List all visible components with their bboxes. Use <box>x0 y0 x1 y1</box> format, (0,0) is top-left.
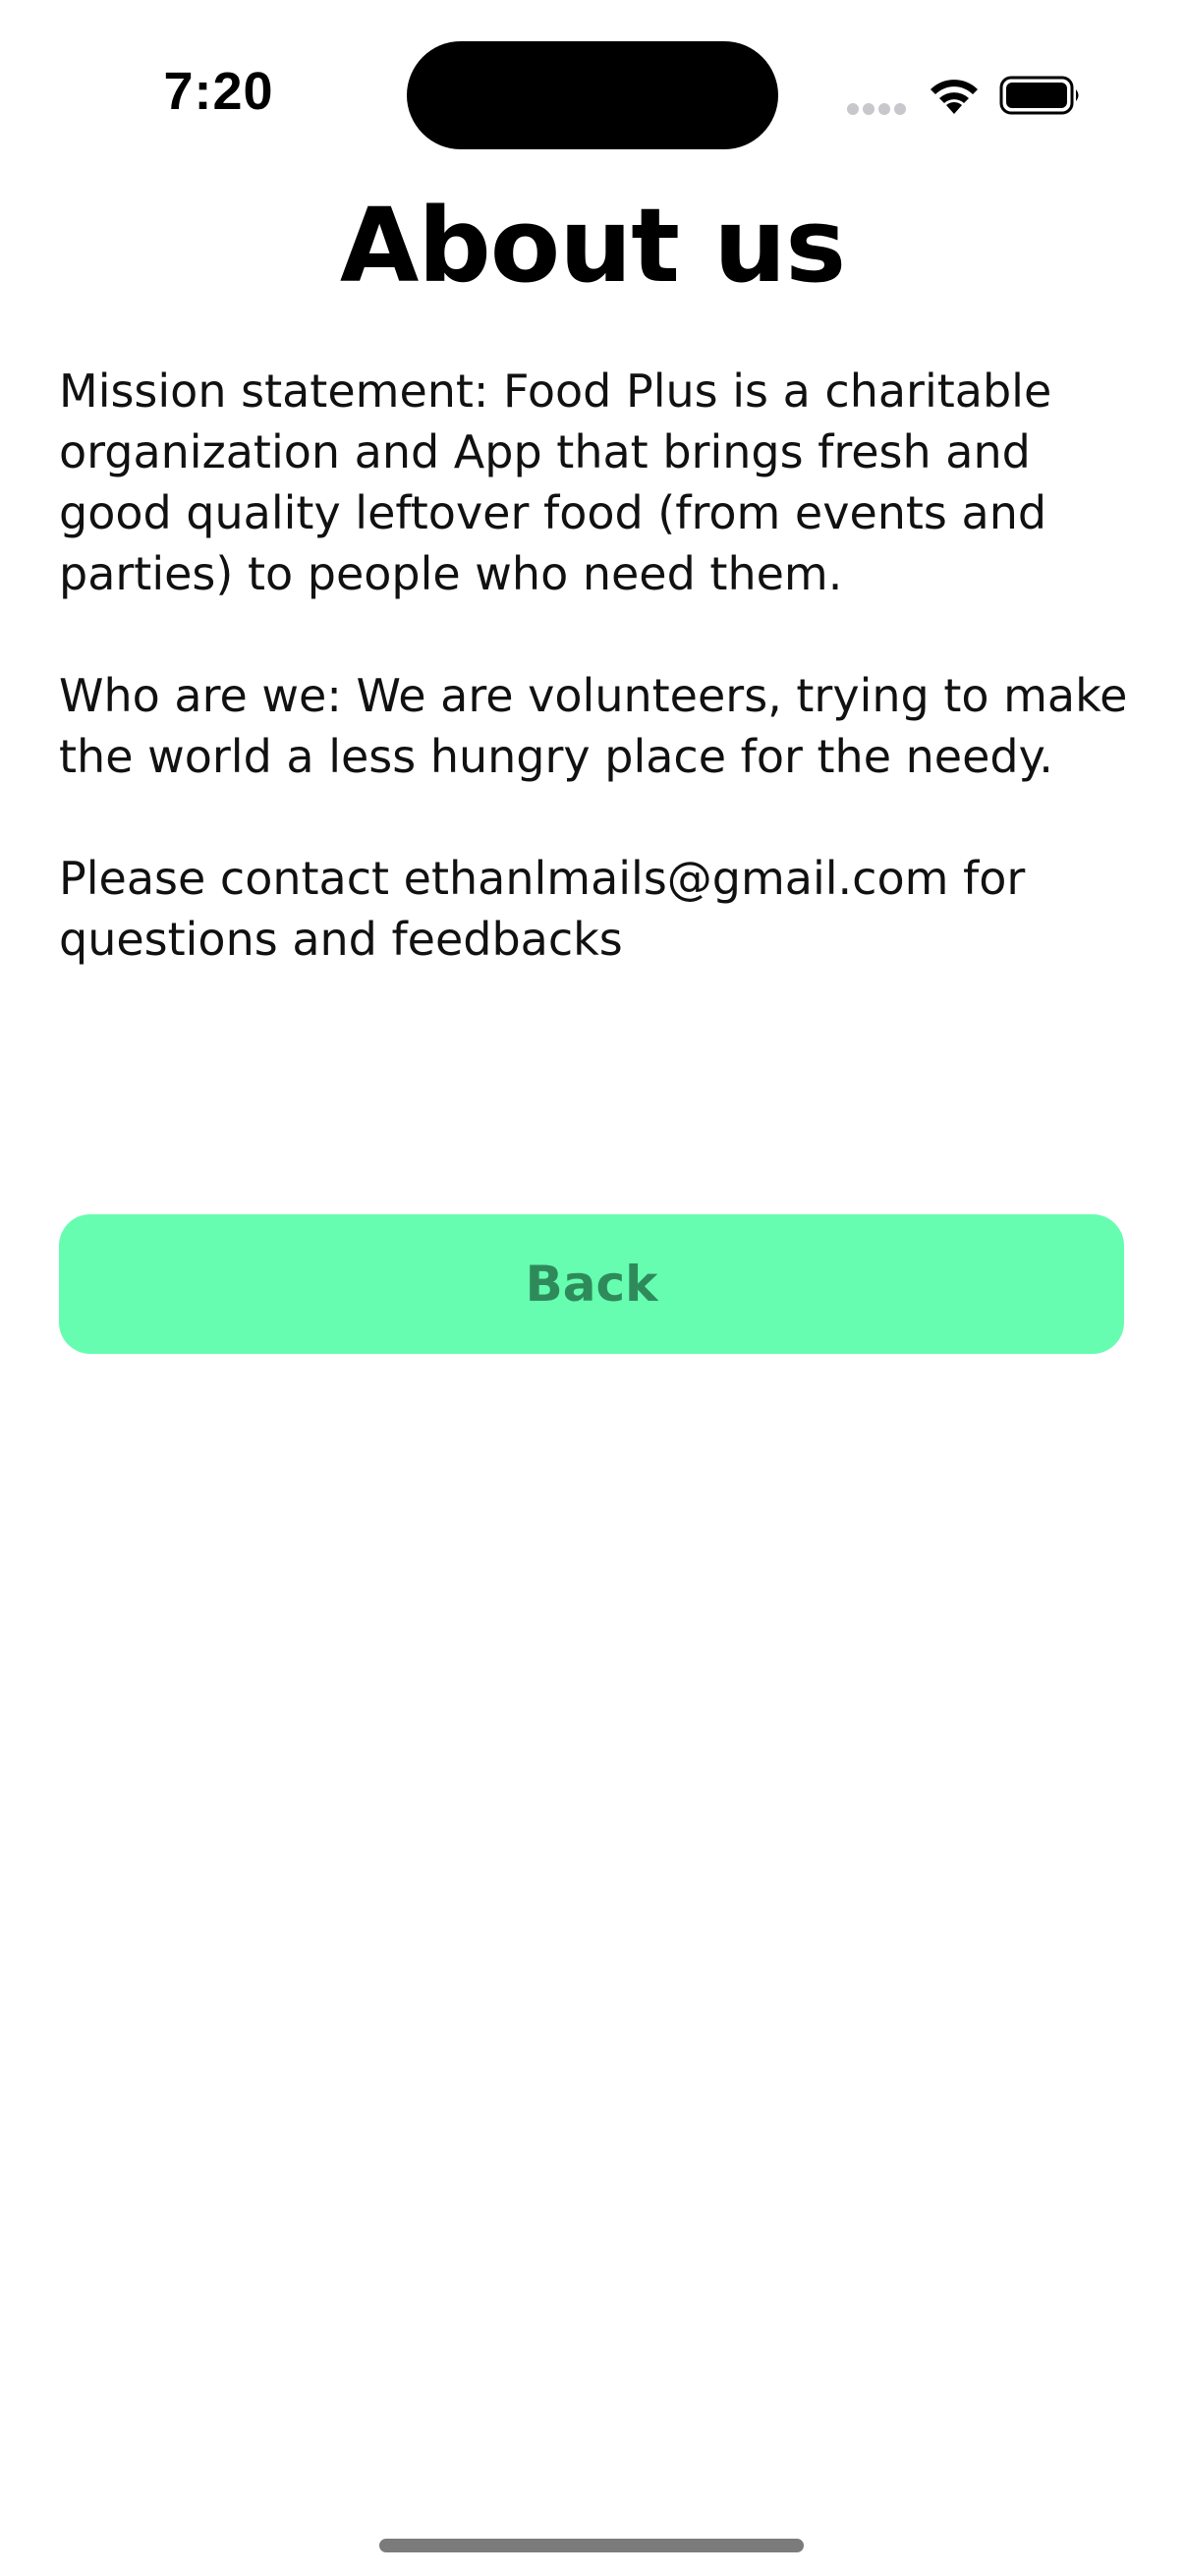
battery-icon <box>999 76 1079 115</box>
home-indicator[interactable] <box>379 2539 804 2552</box>
back-button[interactable]: Back <box>59 1214 1124 1354</box>
wifi-icon <box>931 80 978 114</box>
page-title: About us <box>339 186 846 306</box>
status-bar: 7:20 <box>0 0 1185 187</box>
signal-icon <box>847 103 908 117</box>
back-button-label: Back <box>525 1256 658 1313</box>
status-time: 7:20 <box>163 62 274 121</box>
dynamic-island <box>407 41 778 149</box>
about-text: Mission statement: Food Plus is a charit… <box>59 361 1130 970</box>
who-are-we: Who are we: We are volunteers, trying to… <box>59 669 1128 783</box>
mission-statement: Mission statement: Food Plus is a charit… <box>59 364 1052 600</box>
contact-info: Please contact ethanlmails@gmail.com for… <box>59 852 1026 966</box>
